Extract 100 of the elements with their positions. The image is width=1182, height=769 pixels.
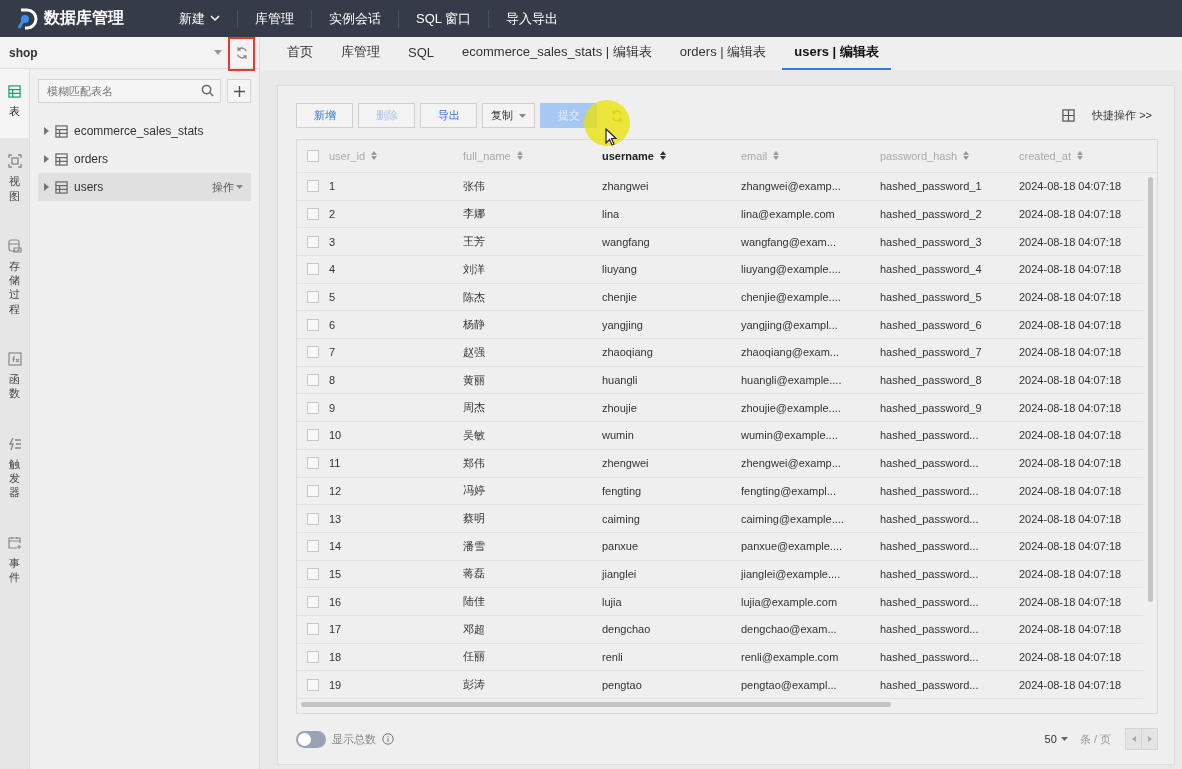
rail-tab[interactable]: 表 bbox=[0, 69, 29, 139]
tree-item[interactable]: users 操作 bbox=[38, 173, 251, 201]
scrollbar[interactable] bbox=[301, 702, 891, 707]
rail-tab[interactable]: 存储过程 bbox=[0, 222, 29, 337]
sort-icon[interactable] bbox=[660, 151, 666, 161]
tab[interactable]: 首页 bbox=[275, 37, 325, 70]
table-cell: renli@example.com bbox=[741, 650, 839, 663]
table-cell: wumin@example.... bbox=[741, 429, 838, 442]
row-checkbox[interactable] bbox=[307, 318, 319, 331]
chevron-left-icon bbox=[1131, 736, 1136, 742]
rail-tab[interactable]: 事件 bbox=[0, 519, 29, 605]
quick-actions-link[interactable]: 快捷操作 >> bbox=[1092, 108, 1152, 124]
table-cell: dengchao bbox=[602, 623, 651, 636]
menu-item[interactable]: 新建 bbox=[162, 9, 238, 28]
row-checkbox[interactable] bbox=[307, 180, 319, 193]
toolbar-button[interactable]: 新增 bbox=[296, 103, 353, 129]
row-checkbox[interactable] bbox=[307, 291, 319, 304]
table-cell: 18 bbox=[329, 650, 342, 663]
table-cell: 2024-08-18 04:07:18 bbox=[1019, 374, 1122, 387]
toolbar-button[interactable]: 复制 bbox=[482, 103, 535, 129]
layout-grid-icon[interactable] bbox=[1062, 109, 1076, 123]
table-cell: 13 bbox=[329, 512, 342, 525]
table-cell: hashed_password... bbox=[880, 595, 979, 608]
table-cell: 2024-08-18 04:07:18 bbox=[1019, 678, 1122, 691]
row-checkbox[interactable] bbox=[307, 401, 319, 414]
table-cell: 2024-08-18 04:07:18 bbox=[1019, 263, 1122, 276]
row-checkbox[interactable] bbox=[307, 263, 319, 276]
row-checkbox[interactable] bbox=[307, 429, 319, 442]
tab[interactable]: orders | 编辑表 bbox=[667, 37, 779, 70]
refresh-icon[interactable] bbox=[234, 45, 249, 60]
rail-tab[interactable]: 函数 bbox=[0, 336, 29, 421]
row-checkbox[interactable] bbox=[307, 484, 319, 497]
menu-item[interactable]: 导入导出 bbox=[489, 9, 576, 28]
table-cell: 2024-08-18 04:07:18 bbox=[1019, 291, 1122, 304]
table-cell: hashed_password... bbox=[880, 512, 979, 525]
table-cell: 1 bbox=[329, 180, 336, 193]
page-size-select[interactable]: 50 bbox=[1044, 733, 1068, 745]
table-cell: 彭涛 bbox=[463, 678, 485, 691]
table-cell: 2024-08-18 04:07:18 bbox=[1019, 457, 1122, 470]
actions-dropdown[interactable]: 操作 bbox=[212, 179, 243, 195]
table-cell: jianglei bbox=[602, 567, 637, 580]
table-cell: 2 bbox=[329, 207, 336, 220]
info-icon[interactable] bbox=[382, 733, 394, 745]
table-cell: zhengwei bbox=[602, 457, 649, 470]
tree-item[interactable]: orders bbox=[38, 145, 251, 173]
table-cell: 周杰 bbox=[463, 401, 485, 414]
table-cell: fengting@exampl... bbox=[741, 484, 836, 497]
toggle-switch[interactable] bbox=[296, 730, 326, 748]
expand-arrow-icon[interactable] bbox=[44, 183, 49, 191]
tab[interactable]: users | 编辑表 bbox=[782, 37, 891, 70]
highlight-frame bbox=[228, 37, 255, 71]
tree-item[interactable]: ecommerce_sales_stats bbox=[38, 117, 251, 145]
rail-tab[interactable]: 触发器 bbox=[0, 420, 29, 520]
row-checkbox[interactable] bbox=[307, 595, 319, 608]
table-cell: 16 bbox=[329, 595, 342, 608]
row-checkbox[interactable] bbox=[307, 650, 319, 663]
table-cell: chenjie bbox=[602, 291, 637, 304]
table-cell: 15 bbox=[329, 567, 342, 580]
row-checkbox[interactable] bbox=[307, 567, 319, 580]
search-field[interactable]: 模糊匹配表名 bbox=[38, 79, 221, 103]
table-cell: wangfang@exam... bbox=[741, 235, 836, 248]
row-checkbox[interactable] bbox=[307, 540, 319, 553]
table-cell: zhengwei@examp... bbox=[741, 457, 841, 470]
table-cell: 2024-08-18 04:07:18 bbox=[1019, 567, 1122, 580]
table-cell: hashed_password_4 bbox=[880, 263, 982, 276]
table-cell: panxue@example.... bbox=[741, 540, 843, 553]
table-cell: 2024-08-18 04:07:18 bbox=[1019, 235, 1122, 248]
table-cell: 2024-08-18 04:07:18 bbox=[1019, 401, 1122, 414]
menu-item[interactable]: SQL 窗口 bbox=[399, 9, 490, 28]
dropdown-caret-icon[interactable] bbox=[214, 50, 222, 55]
toolbar-button[interactable]: 导出 bbox=[420, 103, 477, 129]
table-cell: pengtao bbox=[602, 678, 642, 691]
table-icon bbox=[55, 180, 68, 194]
scrollbar[interactable] bbox=[1148, 176, 1153, 602]
table-cell: zhaoqiang bbox=[602, 346, 653, 359]
expand-arrow-icon[interactable] bbox=[44, 127, 49, 135]
table-cell: 李娜 bbox=[463, 207, 485, 220]
add-button[interactable] bbox=[227, 79, 251, 103]
row-checkbox[interactable] bbox=[307, 512, 319, 525]
rail-tab[interactable]: 视图 bbox=[0, 138, 29, 223]
row-checkbox[interactable] bbox=[307, 374, 319, 387]
tab[interactable]: ecommerce_sales_stats | 编辑表 bbox=[450, 37, 664, 70]
row-checkbox[interactable] bbox=[307, 457, 319, 470]
menu-item[interactable]: 实例会话 bbox=[312, 9, 399, 28]
table-cell: lujia bbox=[602, 595, 622, 608]
row-checkbox[interactable] bbox=[307, 346, 319, 359]
row-checkbox[interactable] bbox=[307, 623, 319, 636]
menu-item[interactable]: 库管理 bbox=[238, 9, 312, 28]
tab[interactable]: SQL bbox=[396, 37, 446, 70]
row-checkbox[interactable] bbox=[307, 207, 319, 220]
table-cell: panxue bbox=[602, 540, 639, 553]
row-checkbox[interactable] bbox=[307, 235, 319, 248]
table-cell: yangjing bbox=[602, 318, 643, 331]
column-header[interactable]: username bbox=[602, 149, 654, 162]
expand-arrow-icon[interactable] bbox=[44, 155, 49, 163]
row-checkbox[interactable] bbox=[307, 678, 319, 691]
select-all-checkbox[interactable] bbox=[307, 149, 319, 162]
table-cell: 5 bbox=[329, 291, 336, 304]
database-icon bbox=[7, 238, 22, 253]
tab[interactable]: 库管理 bbox=[329, 37, 392, 70]
